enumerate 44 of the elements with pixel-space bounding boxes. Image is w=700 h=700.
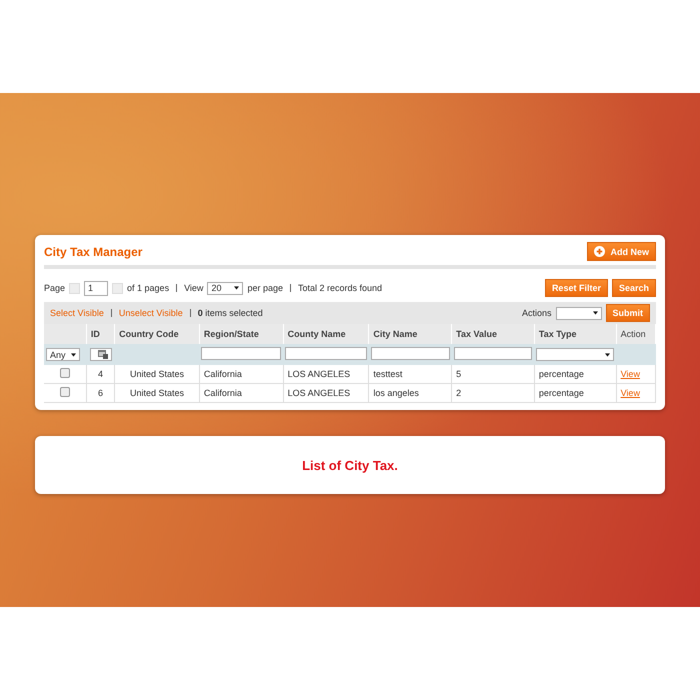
calendar-icon [98, 349, 108, 360]
table-cell: percentage [538, 388, 584, 398]
plus-circle-icon [594, 246, 606, 257]
range-filter-field[interactable] [90, 348, 112, 361]
table-cell: California [204, 388, 242, 398]
filter-field[interactable] [201, 347, 282, 360]
table-cell: percentage [538, 369, 584, 379]
table-cell: 6 [98, 388, 103, 398]
table-cell: los angeles [373, 388, 419, 398]
view-label: View [184, 283, 204, 293]
caret-icon [71, 352, 76, 356]
caret-icon [234, 286, 240, 290]
per-page-label: per page [247, 283, 283, 293]
table-cell: LOS ANGELES [288, 369, 350, 379]
table-cell: United States [130, 388, 184, 398]
actions-label: Actions [522, 308, 552, 318]
caret-icon [592, 311, 598, 315]
actions-select[interactable] [556, 306, 602, 320]
records-total: Total 2 records found [298, 283, 382, 293]
table-cell: United States [130, 369, 184, 379]
table-cell: California [204, 369, 242, 379]
filter-select[interactable] [536, 348, 614, 361]
table-cell: 4 [98, 369, 103, 379]
table-cell: 2 [456, 388, 462, 398]
filter-field[interactable] [454, 347, 532, 360]
page-size-select[interactable]: 20 [207, 282, 244, 294]
grid-title: City Tax Manager [44, 244, 142, 258]
filter-select[interactable]: Any [46, 348, 80, 361]
page-field[interactable]: 1 [84, 280, 108, 296]
column-header[interactable]: ID [90, 329, 100, 339]
filter-field[interactable] [285, 347, 367, 360]
filter-field[interactable] [370, 347, 450, 360]
page-label: Page [44, 283, 66, 293]
pages-count: of 1 pages [127, 283, 170, 293]
selected-count: 0 items selected [198, 308, 263, 318]
previous-page-icon[interactable] [69, 282, 80, 294]
caption-text: List of City Tax. [302, 458, 398, 472]
table-cell: 5 [456, 369, 462, 379]
next-page-icon[interactable] [112, 282, 124, 294]
row-checkbox[interactable] [60, 368, 70, 378]
caret-icon [605, 352, 610, 356]
table-cell: testtest [373, 369, 402, 379]
table-cell: LOS ANGELES [288, 388, 350, 398]
row-checkbox[interactable] [60, 387, 70, 397]
